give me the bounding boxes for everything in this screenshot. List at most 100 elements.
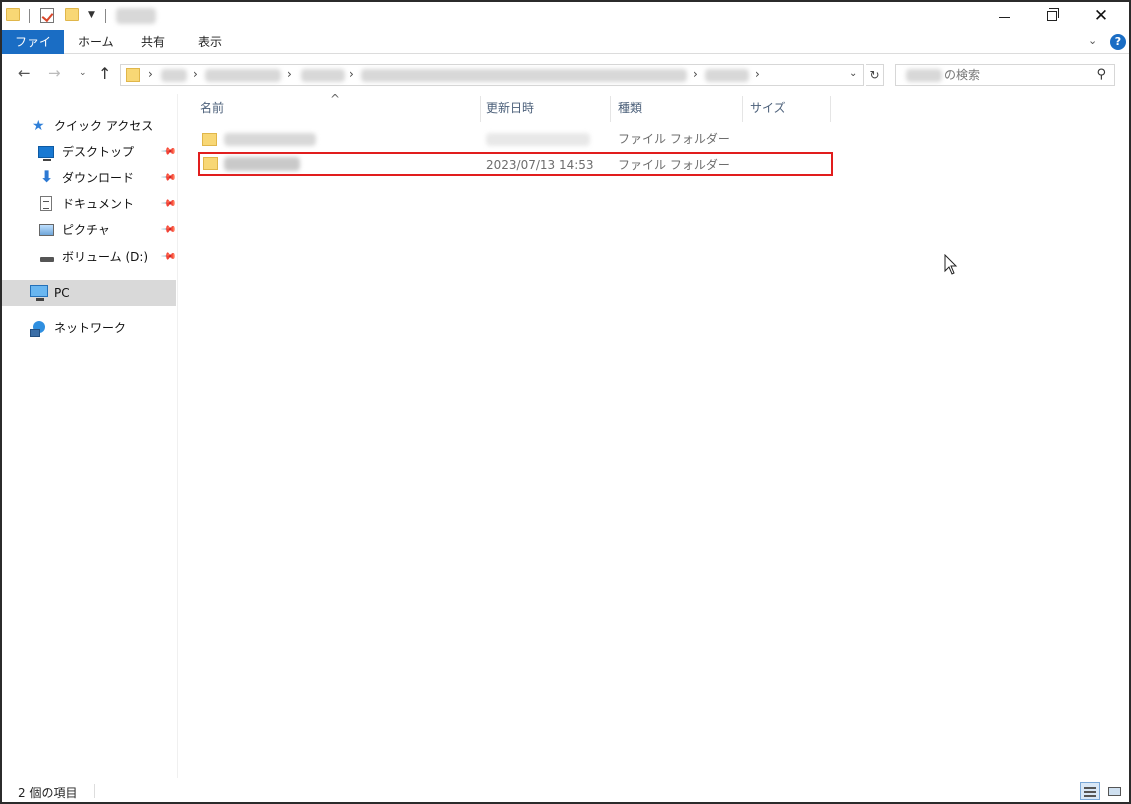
nav-label: ボリューム (D:) xyxy=(62,250,149,264)
details-view-icon xyxy=(1084,795,1096,797)
navigation-pane: ★ クイック アクセス デスクトップ 📌 ⬇ ダウンロード 📌 ドキュメント 📌… xyxy=(2,94,178,778)
file-type: ファイル フォルダー xyxy=(618,158,730,172)
nav-label: PC xyxy=(54,286,70,300)
minimize-button[interactable] xyxy=(981,2,1027,30)
divider xyxy=(29,9,30,23)
nav-item-downloads[interactable]: ⬇ ダウンロード 📌 xyxy=(2,166,177,190)
column-divider[interactable] xyxy=(830,96,831,122)
new-folder-icon[interactable] xyxy=(65,8,79,21)
document-icon xyxy=(40,196,52,211)
nav-label: クイック アクセス xyxy=(54,119,154,133)
folder-icon xyxy=(126,68,140,82)
file-name-redacted[interactable] xyxy=(224,133,316,146)
breadcrumb-item-redacted[interactable] xyxy=(301,69,345,82)
breadcrumb-separator[interactable]: › xyxy=(755,67,760,81)
pin-icon[interactable]: 📌 xyxy=(155,191,181,217)
star-icon: ★ xyxy=(32,118,45,134)
file-name-redacted[interactable] xyxy=(224,157,300,171)
nav-item-pc[interactable]: PC xyxy=(2,280,176,306)
tab-share[interactable]: 共有 xyxy=(131,30,175,54)
expand-ribbon-icon[interactable]: ⌄ xyxy=(1088,34,1097,47)
breadcrumb-separator[interactable]: › xyxy=(349,67,354,81)
status-bar: 2 個の項目 xyxy=(2,780,1129,802)
nav-quick-access[interactable]: ★ クイック アクセス xyxy=(2,114,176,138)
nav-item-network[interactable]: ネットワーク xyxy=(2,316,176,340)
restore-icon xyxy=(1047,8,1059,21)
title-bar: ▼ ✕ xyxy=(2,2,1129,30)
nav-label: デスクトップ xyxy=(62,145,135,159)
breadcrumb-item-redacted[interactable] xyxy=(361,69,687,82)
up-button[interactable]: ↑ xyxy=(98,64,111,83)
network-icon xyxy=(30,321,46,337)
search-input[interactable] xyxy=(944,67,1084,83)
drive-icon xyxy=(40,257,54,262)
modified-date: 2023/07/13 14:53 xyxy=(486,158,594,172)
help-icon[interactable]: ? xyxy=(1110,34,1126,50)
divider xyxy=(94,784,95,798)
nav-label: ネットワーク xyxy=(54,321,127,335)
divider xyxy=(105,9,106,23)
folder-icon xyxy=(6,8,20,21)
tab-view[interactable]: 表示 xyxy=(188,30,232,54)
restore-button[interactable] xyxy=(1029,2,1075,30)
back-button[interactable]: ← xyxy=(18,64,31,82)
breadcrumb-item-redacted[interactable] xyxy=(205,69,281,82)
pin-icon[interactable]: 📌 xyxy=(155,217,181,243)
nav-label: ダウンロード xyxy=(62,171,135,185)
details-view-icon xyxy=(1084,791,1096,793)
large-icons-view-button[interactable] xyxy=(1104,782,1124,800)
explorer-window: ▼ ✕ ファイル ホーム 共有 表示 ⌄ ? ← → ⌄ ↑ › › › › › xyxy=(0,0,1131,804)
breadcrumb-separator[interactable]: › xyxy=(193,67,198,81)
address-bar[interactable]: › › › › › › ⌄ xyxy=(120,64,864,86)
search-scope-redacted xyxy=(906,69,942,82)
nav-item-volume-d[interactable]: ボリューム (D:) 📌 xyxy=(2,245,177,269)
minimize-icon xyxy=(998,16,1010,18)
search-box[interactable]: ⚲ xyxy=(895,64,1115,86)
tab-home[interactable]: ホーム xyxy=(68,30,124,54)
item-count: 2 個の項目 xyxy=(18,786,78,800)
file-type: ファイル フォルダー xyxy=(618,132,730,146)
date-redacted xyxy=(486,133,590,146)
breadcrumb-separator[interactable]: › xyxy=(287,67,292,81)
pictures-icon xyxy=(39,224,54,236)
customize-quick-access-icon[interactable]: ▼ xyxy=(88,10,95,20)
forward-button[interactable]: → xyxy=(48,64,61,82)
table-row-highlighted[interactable]: 2023/07/13 14:53 ファイル フォルダー xyxy=(198,152,833,176)
mouse-cursor-icon xyxy=(944,254,958,275)
breadcrumb-separator[interactable]: › xyxy=(148,67,153,81)
pin-icon[interactable]: 📌 xyxy=(155,139,181,165)
details-view-icon xyxy=(1084,787,1096,789)
large-icons-view-icon xyxy=(1108,787,1121,796)
details-view-button[interactable] xyxy=(1080,782,1100,800)
column-header-date[interactable]: 更新日時 xyxy=(466,94,596,122)
window-title-redacted xyxy=(116,8,156,24)
address-dropdown-icon[interactable]: ⌄ xyxy=(849,68,857,79)
ribbon-tabs: ファイル ホーム 共有 表示 ⌄ ? xyxy=(2,30,1129,73)
search-icon[interactable]: ⚲ xyxy=(1096,67,1106,82)
close-button[interactable]: ✕ xyxy=(1078,2,1124,30)
folder-icon xyxy=(202,133,217,146)
tab-file[interactable]: ファイル xyxy=(2,30,64,73)
nav-item-desktop[interactable]: デスクトップ 📌 xyxy=(2,140,177,164)
download-icon: ⬇ xyxy=(40,167,54,186)
column-header-name[interactable]: 名前 xyxy=(180,94,480,122)
breadcrumb-item-redacted[interactable] xyxy=(705,69,749,82)
column-header-size[interactable]: サイズ xyxy=(730,94,830,122)
nav-label: ドキュメント xyxy=(62,197,135,211)
recent-locations-icon[interactable]: ⌄ xyxy=(79,68,87,78)
breadcrumb-separator[interactable]: › xyxy=(693,67,698,81)
column-header-type[interactable]: 種類 xyxy=(600,94,730,122)
pin-icon[interactable]: 📌 xyxy=(155,244,181,270)
desktop-icon xyxy=(38,146,54,161)
file-list: ^ 名前 更新日時 種類 サイズ ファイル フォルダー 2023/07/13 1… xyxy=(180,92,1129,778)
nav-item-documents[interactable]: ドキュメント 📌 xyxy=(2,192,177,216)
nav-label: ピクチャ xyxy=(62,223,110,237)
nav-item-pictures[interactable]: ピクチャ 📌 xyxy=(2,218,177,242)
refresh-button[interactable]: ↻ xyxy=(866,64,884,86)
table-row[interactable]: ファイル フォルダー xyxy=(198,128,832,152)
properties-icon[interactable] xyxy=(40,8,54,23)
close-icon: ✕ xyxy=(1093,6,1109,26)
pin-icon[interactable]: 📌 xyxy=(155,165,181,191)
breadcrumb-item-redacted[interactable] xyxy=(161,69,187,82)
folder-icon xyxy=(203,157,218,170)
